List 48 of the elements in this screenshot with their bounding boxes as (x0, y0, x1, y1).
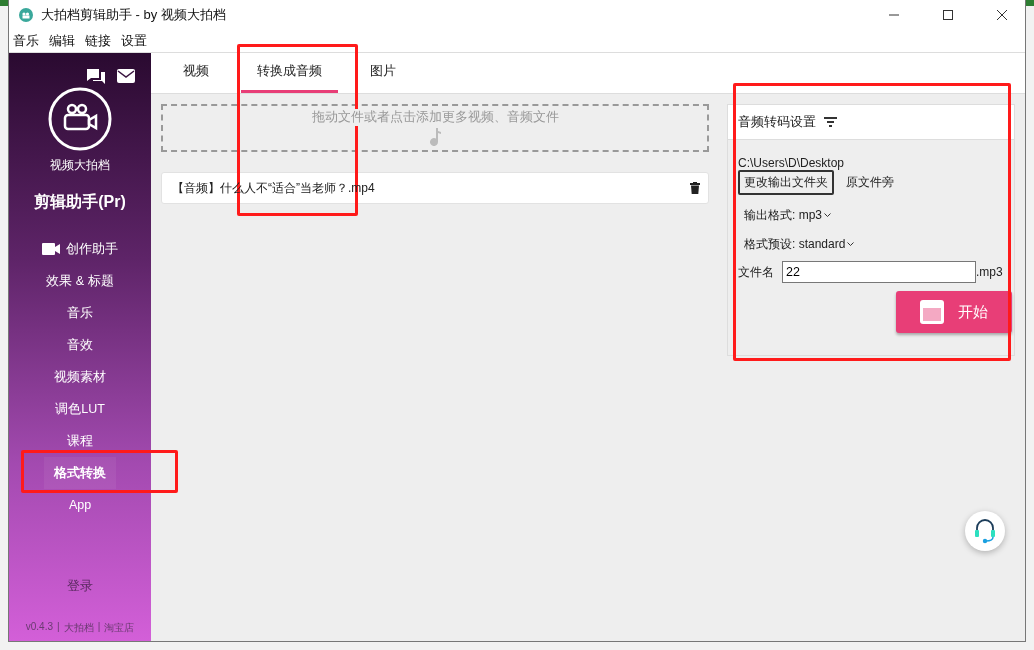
headset-support-button[interactable] (965, 511, 1005, 551)
extension-text: .mp3 (976, 265, 1003, 279)
footer-text: v0.4.3 (25, 621, 53, 634)
video-camera-icon (42, 243, 60, 255)
menu-item[interactable]: 编辑 (49, 32, 75, 50)
chat-icon[interactable] (87, 69, 105, 85)
menu-item[interactable]: 设置 (121, 32, 147, 50)
sidebar-item[interactable]: 课程 (57, 425, 103, 457)
menu-item[interactable]: 音乐 (13, 32, 39, 50)
tab[interactable]: 视频 (167, 53, 225, 93)
footer-text: | (57, 621, 60, 634)
sidebar-item[interactable]: 音乐 (57, 297, 103, 329)
sidebar-item[interactable]: 格式转换 (44, 457, 116, 489)
sidebar-item[interactable]: App (58, 489, 102, 521)
sidebar-item[interactable]: 创作助手 (32, 233, 128, 265)
sidebar-item[interactable]: 调色LUT (45, 393, 115, 425)
trash-icon[interactable] (690, 182, 700, 194)
menu-item[interactable]: 链接 (85, 32, 111, 50)
sidebar-item[interactable]: 视频素材 (44, 361, 116, 393)
chevron-down-icon (847, 242, 855, 247)
beside-source-option[interactable]: 原文件旁 (846, 174, 894, 191)
chevron-down-icon (824, 213, 831, 218)
filename-input[interactable]: 22 (782, 261, 976, 283)
tab[interactable]: 转换成音频 (241, 53, 338, 93)
format-select[interactable]: 输出格式: mp3 (738, 207, 837, 224)
close-icon (997, 10, 1007, 20)
music-note-icon (429, 128, 441, 146)
footer-text: | (97, 621, 101, 634)
preset-select[interactable]: 格式预设: standard (738, 236, 861, 253)
calendar-icon (920, 300, 944, 324)
brand-name: 视频大拍档 (50, 157, 110, 174)
app-logo-icon (19, 8, 33, 22)
window-title: 大拍档剪辑助手 - by 视频大拍档 (41, 6, 227, 24)
sidebar-item[interactable]: 效果 & 标题 (36, 265, 124, 297)
change-folder-button[interactable]: 更改输出文件夹 (738, 170, 834, 195)
headset-icon (973, 518, 997, 544)
mail-icon[interactable] (117, 69, 135, 83)
product-name: 剪辑助手(Pr) (34, 192, 126, 212)
maximize-icon (943, 10, 953, 20)
panel-title: 音频转码设置 (738, 113, 816, 131)
tab[interactable]: 图片 (354, 53, 412, 93)
filter-icon[interactable] (824, 117, 837, 127)
output-path: C:\Users\D\Desktop (738, 156, 846, 170)
drop-hint: 拖动文件或者点击添加更多视频、音频文件 (311, 109, 559, 126)
filename-label: 文件名 (738, 263, 774, 281)
camera-circle-logo (48, 87, 112, 151)
start-button[interactable]: 开始 (896, 291, 1012, 333)
sidebar-item[interactable]: 音效 (57, 329, 103, 361)
